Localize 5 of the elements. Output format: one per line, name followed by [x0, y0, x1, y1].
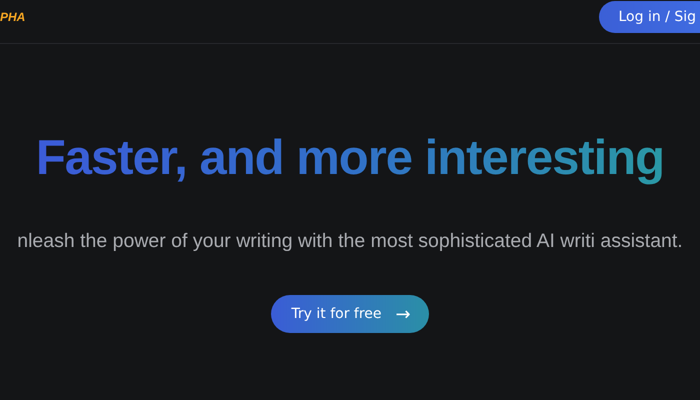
logo: PHA — [0, 10, 26, 24]
hero-subtitle: nleash the power of your writing with the most sophisticated AI writi assistant. — [16, 229, 684, 254]
try-free-button[interactable]: Try it for free → — [271, 295, 429, 333]
login-button[interactable]: Log in / Sig — [598, 1, 700, 33]
arrow-icon: → — [396, 304, 411, 324]
